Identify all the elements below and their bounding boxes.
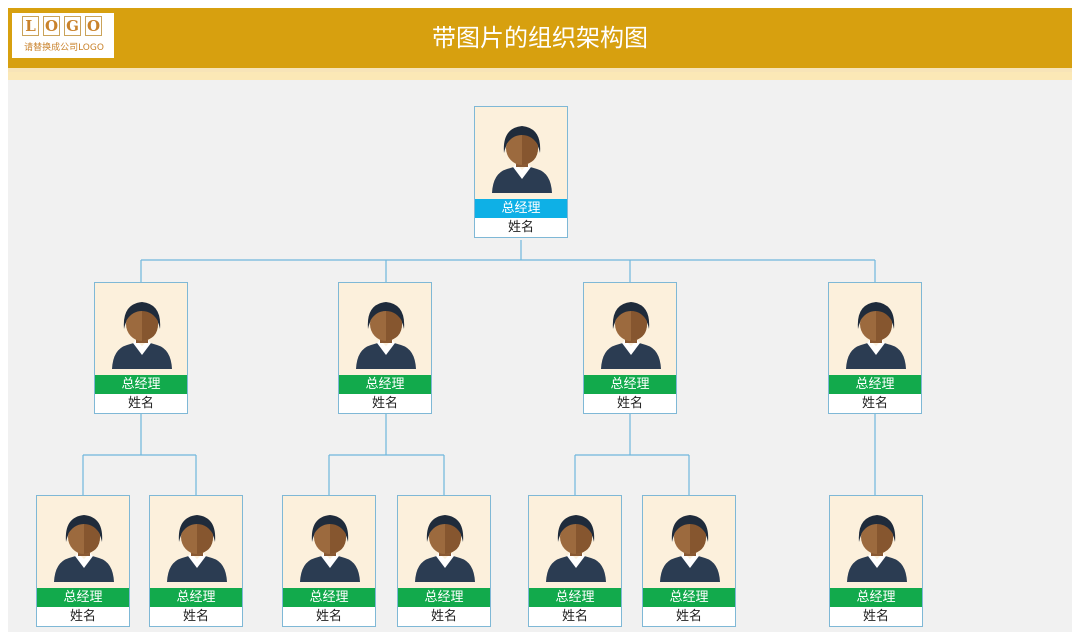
photo-frame	[584, 283, 676, 375]
photo-frame	[830, 496, 922, 588]
photo-frame	[339, 283, 431, 375]
person-avatar-icon	[300, 515, 360, 582]
node-role: 总经理	[829, 375, 921, 394]
node-role: 总经理	[283, 588, 375, 607]
person-avatar-icon	[601, 302, 661, 369]
org-node-level3[interactable]: 总经理 姓名	[528, 495, 622, 627]
node-name: 姓名	[862, 609, 889, 624]
photo-frame	[37, 496, 129, 588]
person-avatar-icon	[356, 302, 416, 369]
photo-frame	[529, 496, 621, 588]
node-role: 总经理	[643, 588, 735, 607]
header-underline-light	[8, 72, 1072, 80]
node-role: 总经理	[830, 588, 922, 607]
node-name: 姓名	[616, 396, 643, 411]
node-name: 姓名	[430, 609, 457, 624]
org-node-level2[interactable]: 总经理 姓名	[583, 282, 677, 414]
photo-frame	[398, 496, 490, 588]
node-name: 姓名	[182, 609, 209, 624]
photo-frame	[475, 107, 567, 199]
node-name: 姓名	[127, 396, 154, 411]
photo-frame	[283, 496, 375, 588]
node-role: 总经理	[584, 375, 676, 394]
node-name: 姓名	[561, 609, 588, 624]
node-name: 姓名	[675, 609, 702, 624]
org-node-level2[interactable]: 总经理 姓名	[828, 282, 922, 414]
org-node-level3[interactable]: 总经理 姓名	[282, 495, 376, 627]
node-name: 姓名	[69, 609, 96, 624]
photo-frame	[95, 283, 187, 375]
person-avatar-icon	[546, 515, 606, 582]
person-avatar-icon	[54, 515, 114, 582]
org-node-level3[interactable]: 总经理 姓名	[149, 495, 243, 627]
person-avatar-icon	[660, 515, 720, 582]
node-name: 姓名	[507, 220, 534, 235]
node-role: 总经理	[529, 588, 621, 607]
node-role: 总经理	[150, 588, 242, 607]
node-role: 总经理	[37, 588, 129, 607]
page-title: 带图片的组织架构图	[432, 24, 648, 52]
person-avatar-icon	[167, 515, 227, 582]
org-chart-canvas: 总经理 姓名 总经理 姓名 总经理 姓名 总经理 姓名 总经理 姓名 总经理 姓…	[8, 80, 1072, 632]
node-name: 姓名	[371, 396, 398, 411]
org-node-level3[interactable]: 总经理 姓名	[642, 495, 736, 627]
photo-frame	[829, 283, 921, 375]
node-role: 总经理	[339, 375, 431, 394]
person-avatar-icon	[492, 126, 552, 193]
node-name: 姓名	[315, 609, 342, 624]
org-node-level3[interactable]: 总经理 姓名	[36, 495, 130, 627]
org-node-level3[interactable]: 总经理 姓名	[829, 495, 923, 627]
node-role: 总经理	[475, 199, 567, 218]
person-avatar-icon	[847, 515, 907, 582]
org-node-top[interactable]: 总经理 姓名	[474, 106, 568, 238]
node-name: 姓名	[861, 396, 888, 411]
photo-frame	[150, 496, 242, 588]
person-avatar-icon	[415, 515, 475, 582]
org-node-level3[interactable]: 总经理 姓名	[397, 495, 491, 627]
org-node-level2[interactable]: 总经理 姓名	[338, 282, 432, 414]
photo-frame	[643, 496, 735, 588]
node-role: 总经理	[398, 588, 490, 607]
person-avatar-icon	[846, 302, 906, 369]
org-node-level2[interactable]: 总经理 姓名	[94, 282, 188, 414]
person-avatar-icon	[112, 302, 172, 369]
node-role: 总经理	[95, 375, 187, 394]
